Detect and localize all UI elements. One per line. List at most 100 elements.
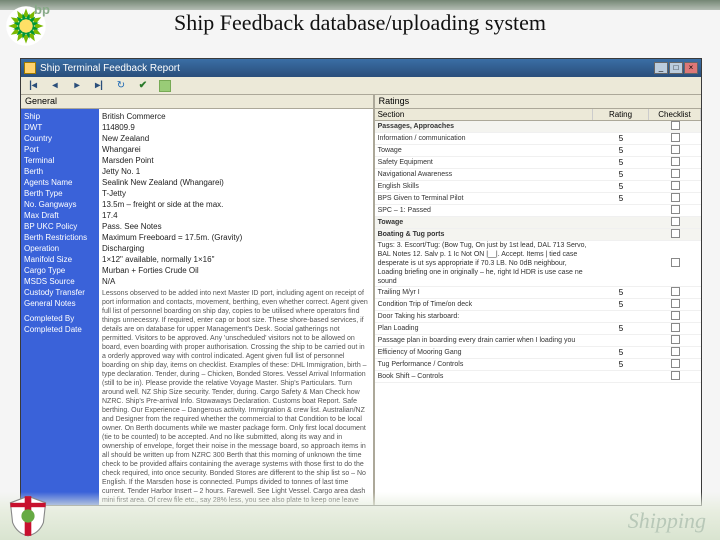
rating-value: 5 — [593, 158, 649, 167]
ratings-row[interactable]: Plan Loading5 — [375, 323, 701, 335]
field-value: T-Jetty — [102, 188, 370, 199]
checkbox[interactable] — [671, 347, 680, 356]
col-section: Section — [375, 109, 593, 120]
ratings-row[interactable]: Information / communication5 — [375, 133, 701, 145]
rating-value: 5 — [593, 182, 649, 191]
ratings-row[interactable]: English Skills5 — [375, 181, 701, 193]
rating-section: Passages, Approaches — [375, 122, 593, 131]
ratings-row[interactable]: Navigational Awareness5 — [375, 169, 701, 181]
rating-checkbox-cell — [649, 217, 701, 228]
rating-value: 5 — [593, 300, 649, 309]
checkbox[interactable] — [671, 157, 680, 166]
checkbox[interactable] — [671, 287, 680, 296]
rating-checkbox-cell — [649, 133, 701, 144]
ratings-row[interactable]: Door Taking his starboard: — [375, 311, 701, 323]
refresh-icon[interactable]: ↻ — [113, 79, 129, 93]
field-value: Whangarei — [102, 144, 370, 155]
rating-checkbox-cell — [649, 299, 701, 310]
field-label: Custody Transfer — [24, 287, 96, 298]
ratings-row[interactable]: Tug Performance / Controls5 — [375, 359, 701, 371]
checkbox[interactable] — [671, 258, 680, 267]
field-value: 17.4 — [102, 210, 370, 221]
field-label: Ship — [24, 111, 96, 122]
checkbox[interactable] — [671, 193, 680, 202]
ratings-row[interactable]: Efficiency of Mooring Gang5 — [375, 347, 701, 359]
rating-section: Passage plan in boarding every drain car… — [375, 336, 593, 345]
field-label: Country — [24, 133, 96, 144]
col-checklist: Checklist — [649, 109, 701, 120]
rating-section: Towage — [375, 146, 593, 155]
checkbox[interactable] — [671, 145, 680, 154]
field-label: DWT — [24, 122, 96, 133]
checkbox[interactable] — [671, 311, 680, 320]
checkbox[interactable] — [671, 217, 680, 226]
field-label: MSDS Source — [24, 276, 96, 287]
field-value: New Zealand — [102, 133, 370, 144]
rating-value: 5 — [593, 194, 649, 203]
ratings-row[interactable]: Passages, Approaches — [375, 121, 701, 133]
field-values-column: British Commerce114809.9New ZealandWhang… — [99, 109, 373, 505]
prev-record-icon[interactable]: ◂ — [47, 79, 63, 93]
rating-checkbox-cell — [649, 347, 701, 358]
ratings-row[interactable]: Towage — [375, 217, 701, 229]
rating-section: Condition Trip of Time/on deck — [375, 300, 593, 309]
rating-checkbox-cell — [649, 205, 701, 216]
field-value: 13.5m – freight or side at the max. — [102, 199, 370, 210]
checkbox[interactable] — [671, 359, 680, 368]
ratings-row[interactable]: Boating & Tug ports — [375, 229, 701, 241]
confirm-icon[interactable]: ✔ — [135, 79, 151, 93]
window-titlebar[interactable]: Ship Terminal Feedback Report _ □ × — [21, 59, 701, 77]
field-value: British Commerce — [102, 111, 370, 122]
minimize-button[interactable]: _ — [654, 62, 668, 74]
rating-checkbox-cell — [649, 323, 701, 334]
checkbox[interactable] — [671, 121, 680, 130]
rating-checkbox-cell — [649, 193, 701, 204]
field-value: 114809.9 — [102, 122, 370, 133]
notes-label: General Notes — [24, 298, 96, 309]
ratings-row[interactable]: BPS Given to Terminal Pilot5 — [375, 193, 701, 205]
first-record-icon[interactable]: |◂ — [25, 79, 41, 93]
field-label: Terminal — [24, 155, 96, 166]
checkbox[interactable] — [671, 205, 680, 214]
field-value: Jetty No. 1 — [102, 166, 370, 177]
rating-section: Efficiency of Mooring Gang — [375, 348, 593, 357]
ratings-row[interactable]: Trailing M/yr I5 — [375, 287, 701, 299]
next-record-icon[interactable]: ▸ — [69, 79, 85, 93]
field-label: Completed By — [24, 313, 96, 324]
exit-icon[interactable] — [157, 79, 173, 93]
ratings-row[interactable]: Tugs: 3. Escort/Tug: (Bow Tug, On just b… — [375, 241, 701, 287]
rating-section: Trailing M/yr I — [375, 288, 593, 297]
ratings-header: Ratings — [375, 95, 701, 109]
maximize-button[interactable]: □ — [669, 62, 683, 74]
checkbox[interactable] — [671, 133, 680, 142]
rating-checkbox-cell — [649, 371, 701, 382]
rating-section: Door Taking his starboard: — [375, 312, 593, 321]
checkbox[interactable] — [671, 323, 680, 332]
rating-checkbox-cell — [649, 181, 701, 192]
ratings-row[interactable]: Towage5 — [375, 145, 701, 157]
checkbox[interactable] — [671, 371, 680, 380]
checkbox[interactable] — [671, 169, 680, 178]
close-button[interactable]: × — [684, 62, 698, 74]
checkbox[interactable] — [671, 229, 680, 238]
field-value: N/A — [102, 276, 370, 287]
ratings-row[interactable]: Passage plan in boarding every drain car… — [375, 335, 701, 347]
ratings-row[interactable]: Safety Equipment5 — [375, 157, 701, 169]
rating-value: 5 — [593, 348, 649, 357]
checkbox[interactable] — [671, 335, 680, 344]
ratings-row[interactable]: SPC – 1: Passed — [375, 205, 701, 217]
field-value: 1×12" available, normally 1×16" — [102, 254, 370, 265]
checkbox[interactable] — [671, 299, 680, 308]
field-label: Operation — [24, 243, 96, 254]
feedback-window: Ship Terminal Feedback Report _ □ × |◂ ◂… — [20, 58, 702, 506]
ratings-row[interactable]: Condition Trip of Time/on deck5 — [375, 299, 701, 311]
slide-title: Ship Feedback database/uploading system — [0, 10, 720, 36]
checkbox[interactable] — [671, 181, 680, 190]
field-value: Pass. See Notes — [102, 221, 370, 232]
rating-value: 5 — [593, 146, 649, 155]
last-record-icon[interactable]: ▸| — [91, 79, 107, 93]
footer-brand: Shipping — [628, 508, 706, 534]
rating-checkbox-cell — [649, 229, 701, 240]
ratings-row[interactable]: Book Shift – Controls — [375, 371, 701, 383]
rating-section: SPC – 1: Passed — [375, 206, 593, 215]
